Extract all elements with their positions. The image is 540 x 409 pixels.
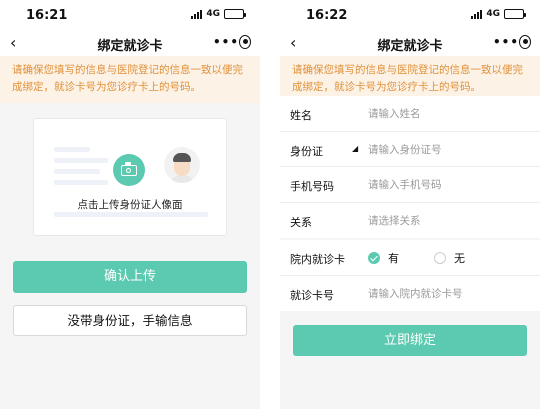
relation-label: 关系 xyxy=(290,215,312,229)
signal-icon xyxy=(191,9,203,19)
mini-program-capsule: ••• xyxy=(490,31,534,53)
name-label: 姓名 xyxy=(290,109,312,122)
more-dots-icon[interactable]: ••• xyxy=(213,36,239,48)
status-bar: 16:22 4G xyxy=(280,0,540,30)
id-type-dropdown-icon[interactable]: ◢ xyxy=(352,144,358,153)
status-icons: 4G xyxy=(471,9,526,19)
manual-input-button[interactable]: 没带身份证，手输信息 xyxy=(13,305,247,336)
hospital-card-row: 院内就诊卡 有 无 xyxy=(280,240,540,276)
bind-now-button[interactable]: 立即绑定 xyxy=(293,325,527,356)
phone-input[interactable] xyxy=(368,174,528,196)
radio-no-card[interactable]: 无 xyxy=(434,250,465,266)
id-card-label: 身份证 xyxy=(290,144,323,158)
battery-icon xyxy=(504,9,526,19)
patient-info-form: 姓名 身份证 ◢ 手机号码 关系 xyxy=(280,96,540,238)
id-card-line xyxy=(54,158,108,163)
hospital-card-label: 院内就诊卡 xyxy=(290,253,345,266)
network-type: 4G xyxy=(486,9,500,19)
id-card-row: 身份证 ◢ xyxy=(280,132,540,167)
avatar-icon xyxy=(164,147,200,183)
signal-icon xyxy=(471,9,483,19)
radio-label: 有 xyxy=(388,252,399,265)
status-time: 16:22 xyxy=(306,8,348,23)
camera-icon[interactable] xyxy=(113,154,145,186)
card-number-input[interactable] xyxy=(368,282,528,305)
left-screen: 16:21 4G ‹ 绑定就诊卡 ••• 请确保您填写的信息与医院登记的信息一致… xyxy=(0,0,260,409)
status-time: 16:21 xyxy=(26,8,68,23)
card-number-row: 就诊卡号 xyxy=(280,276,540,312)
card-number-label: 就诊卡号 xyxy=(290,288,334,302)
id-card-line xyxy=(54,147,90,152)
notice-banner: 请确保您填写的信息与医院登记的信息一致以便完成绑定，就诊卡号为您诊疗卡上的号码。 xyxy=(0,56,260,103)
battery-icon xyxy=(224,9,246,19)
target-close-icon[interactable] xyxy=(239,35,251,49)
nav-bar: ‹ 绑定就诊卡 ••• xyxy=(0,30,260,56)
radio-label: 无 xyxy=(454,252,465,265)
network-type: 4G xyxy=(206,9,220,19)
upload-label: 点击上传身份证人像面 xyxy=(77,199,183,211)
name-input[interactable] xyxy=(368,103,528,125)
target-close-icon[interactable] xyxy=(519,35,531,49)
id-card-line xyxy=(54,169,100,174)
radio-has-card[interactable]: 有 xyxy=(368,250,399,266)
hospital-card-form: 院内就诊卡 有 无 就诊卡号 xyxy=(280,240,540,311)
name-row: 姓名 xyxy=(280,96,540,132)
id-card-line xyxy=(54,212,208,217)
id-card-input[interactable] xyxy=(368,138,528,161)
right-screen: 16:22 4G ‹ 绑定就诊卡 ••• 请确保您填写的信息与医院登记的信息一致… xyxy=(280,0,540,409)
relation-row: 关系 xyxy=(280,203,540,239)
phone-row: 手机号码 xyxy=(280,167,540,203)
relation-select[interactable] xyxy=(368,209,528,232)
radio-unchecked-icon xyxy=(434,252,446,264)
id-card-line xyxy=(54,180,108,185)
status-icons: 4G xyxy=(191,9,246,19)
more-dots-icon[interactable]: ••• xyxy=(493,36,519,48)
radio-checked-icon xyxy=(368,252,380,264)
status-bar: 16:21 4G xyxy=(0,0,260,30)
id-upload-area[interactable]: 点击上传身份证人像面 xyxy=(33,118,227,236)
confirm-upload-button[interactable]: 确认上传 xyxy=(13,261,247,293)
mini-program-capsule: ••• xyxy=(210,31,254,53)
phone-label: 手机号码 xyxy=(290,180,334,193)
nav-bar: ‹ 绑定就诊卡 ••• xyxy=(280,30,540,56)
